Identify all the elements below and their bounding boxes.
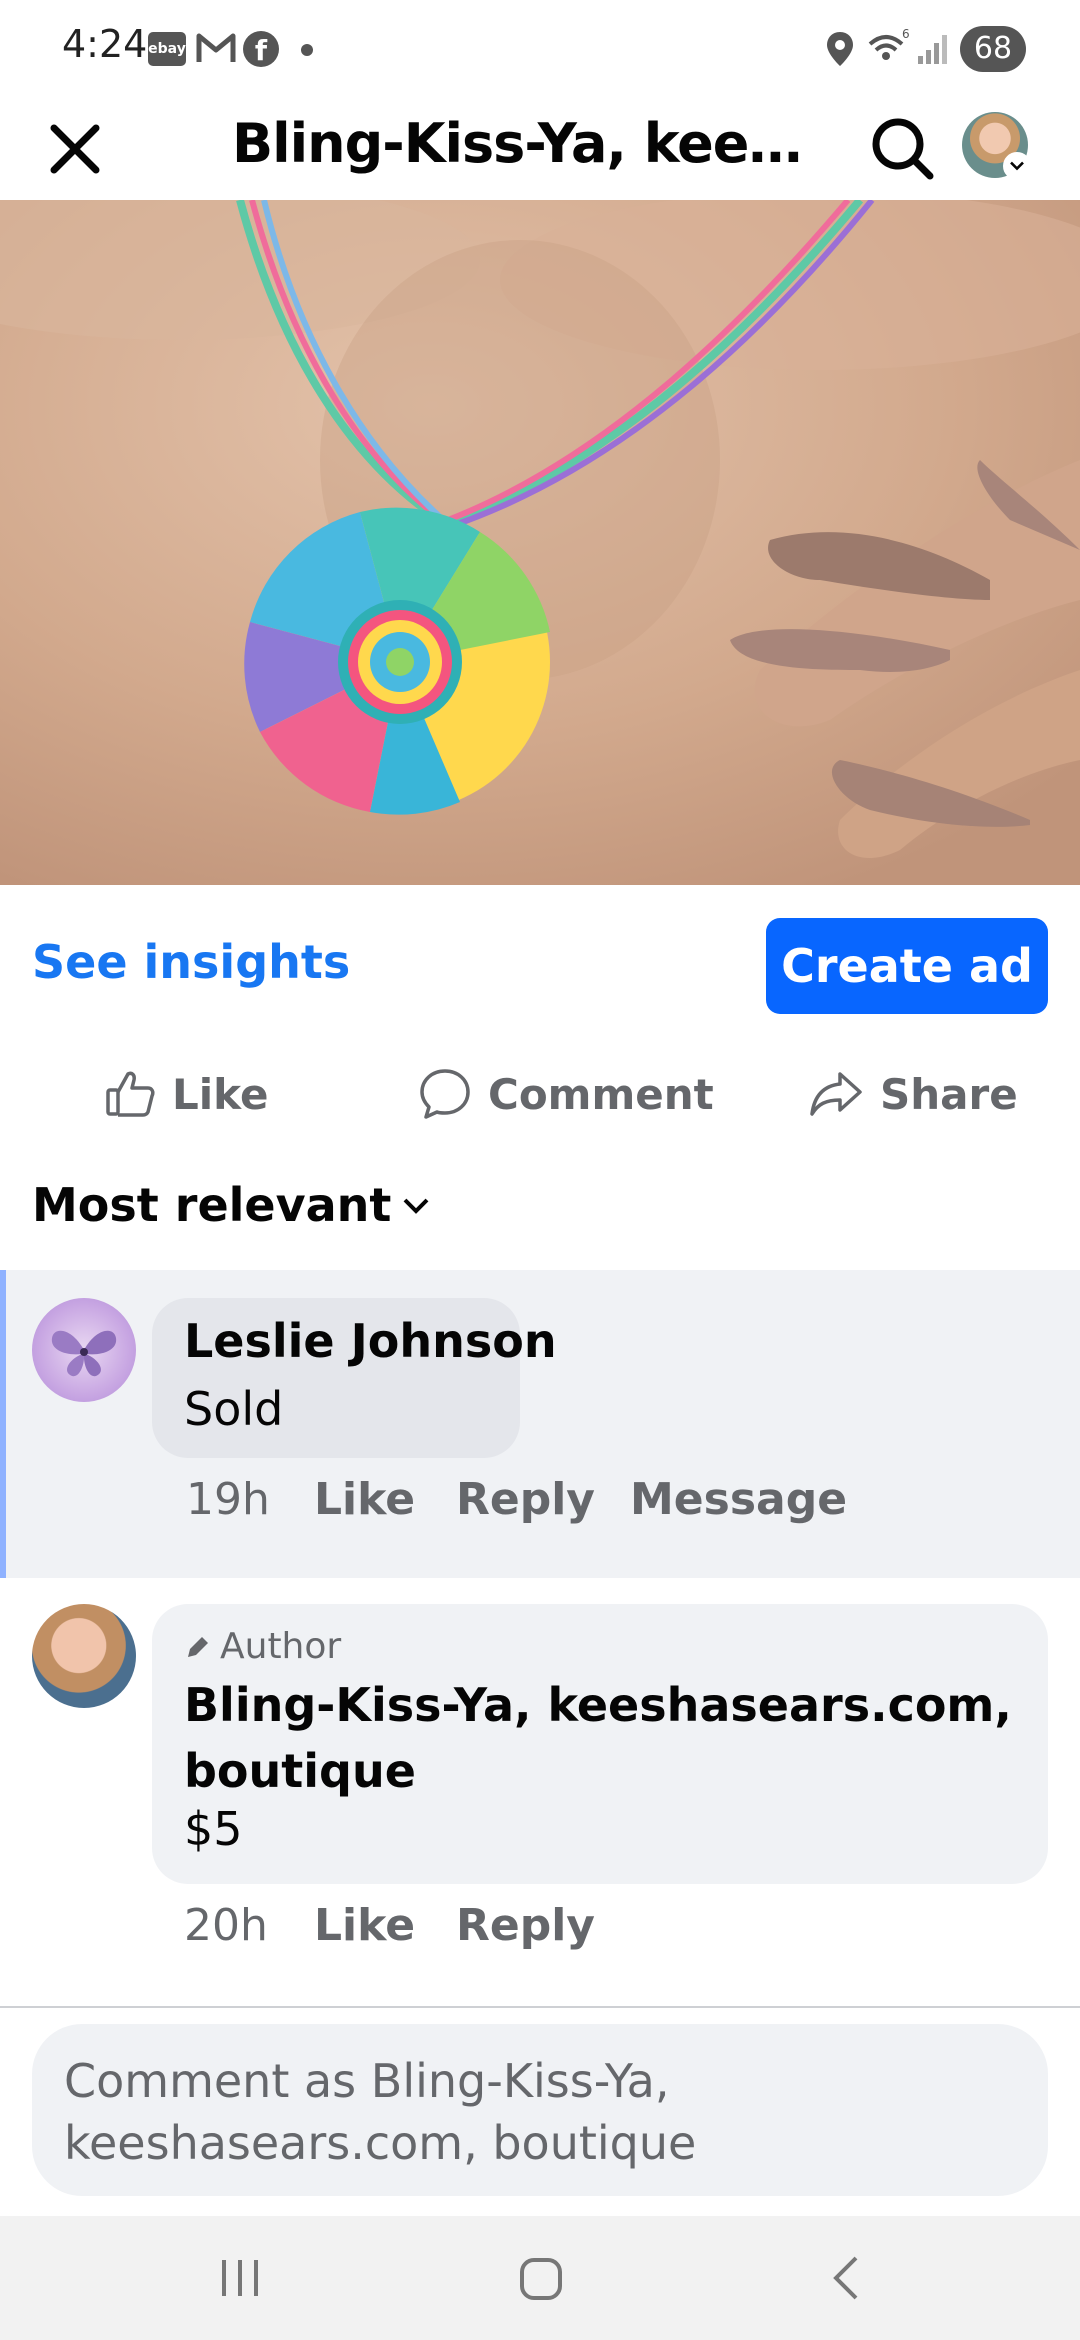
comment-input[interactable]: Comment as Bling-Kiss-Ya, keeshasears.co… (32, 2024, 1048, 2196)
comment-like-button[interactable]: Like (314, 1474, 415, 1525)
notification-dot (301, 44, 313, 56)
author-badge-label: Author (220, 1626, 342, 1667)
thumbs-up-icon (106, 1071, 155, 1117)
comment-reply-button[interactable]: Reply (456, 1474, 595, 1525)
share-icon (810, 1072, 862, 1116)
comment-message-button[interactable]: Message (630, 1474, 847, 1525)
status-bar: 4:24 ebay f 6 68 (0, 0, 1080, 100)
share-button[interactable]: Share (808, 1062, 1018, 1126)
author-badge: Author (184, 1626, 341, 1667)
sort-label: Most relevant (32, 1178, 392, 1232)
create-ad-button[interactable]: Create ad (766, 918, 1048, 1014)
comment-text: $5 (184, 1802, 243, 1856)
location-icon (827, 32, 853, 66)
butterfly-icon (51, 1330, 117, 1377)
commenter-avatar[interactable] (32, 1298, 136, 1402)
chevron-down-icon (403, 1198, 429, 1214)
post-header: Bling-Kiss-Ya, keeshasears.com, boutique (0, 100, 1080, 200)
author-name[interactable]: Bling-Kiss-Ya, keeshasears.com, boutique (184, 1672, 1024, 1804)
product-photo[interactable] (0, 200, 1080, 885)
close-icon[interactable] (42, 116, 108, 182)
facebook-icon: f (243, 31, 279, 67)
chevron-down-icon (1003, 152, 1031, 180)
commenter-name[interactable]: Leslie Johnson (184, 1314, 557, 1368)
recent-apps-icon[interactable] (218, 2256, 262, 2300)
necklace-photo (0, 200, 1080, 885)
like-label: Like (172, 1069, 269, 1119)
signal-icon (918, 35, 947, 64)
comment-text: Sold (184, 1382, 284, 1436)
pencil-icon (188, 1636, 208, 1657)
ebay-icon: ebay (148, 32, 186, 66)
battery-icon: 68 (960, 26, 1026, 72)
system-nav-bar (0, 2216, 1080, 2340)
comment-button[interactable]: Comment (418, 1062, 714, 1126)
gmail-icon (196, 33, 236, 62)
back-icon[interactable] (828, 2254, 864, 2302)
sort-dropdown[interactable]: Most relevant (32, 1178, 433, 1232)
page-title: Bling-Kiss-Ya, keeshasears.com, boutique (232, 112, 832, 175)
like-button[interactable]: Like (104, 1062, 268, 1126)
divider (0, 2006, 1080, 2008)
comment-time: 20h (184, 1900, 268, 1951)
comment-icon (420, 1069, 470, 1119)
comment-label: Comment (488, 1069, 714, 1119)
comment-time: 19h (186, 1474, 270, 1525)
svg-text:6: 6 (902, 28, 910, 41)
search-icon[interactable] (868, 114, 938, 184)
wifi-icon: 6 (868, 28, 910, 60)
see-insights-link[interactable]: See insights (32, 935, 350, 989)
author-avatar[interactable] (32, 1604, 136, 1708)
comment-reply-button[interactable]: Reply (456, 1900, 595, 1951)
share-label: Share (880, 1069, 1018, 1119)
status-time: 4:24 (62, 22, 148, 66)
comment-like-button[interactable]: Like (314, 1900, 415, 1951)
home-icon[interactable] (518, 2256, 564, 2302)
